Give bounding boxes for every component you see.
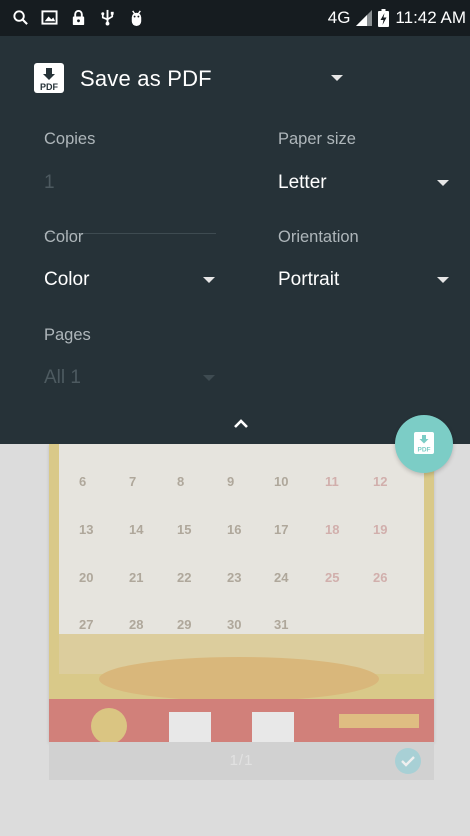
pages-select[interactable]: All 1: [44, 365, 216, 395]
chevron-down-icon: [437, 180, 449, 186]
image-icon: [41, 10, 58, 25]
chevron-down-icon: [203, 277, 215, 283]
orientation-value: Portrait: [278, 269, 340, 290]
pages-label: Pages: [44, 326, 91, 344]
pdf-icon: PDF: [34, 63, 64, 93]
status-bar-system: 4G 11:42 AM: [328, 7, 466, 29]
preview-scrim: [0, 444, 470, 836]
search-icon: [13, 10, 28, 25]
paper-size-select[interactable]: Letter: [278, 170, 450, 200]
svg-text:PDF: PDF: [40, 82, 59, 92]
print-options-panel: PDF Save as PDF Copies 1 Paper size Lett…: [0, 36, 470, 444]
usb-icon: [101, 9, 114, 26]
printer-selector[interactable]: PDF Save as PDF: [0, 60, 470, 100]
chevron-down-icon: [437, 277, 449, 283]
chevron-down-icon: [203, 375, 215, 381]
battery-charging-icon: [378, 9, 390, 27]
orientation-select[interactable]: Portrait: [278, 267, 450, 297]
status-bar-notifications: [12, 9, 145, 26]
paper-size-label: Paper size: [278, 130, 356, 148]
android-debug-icon: [131, 10, 142, 26]
network-type: 4G: [327, 8, 351, 27]
collapse-options-button[interactable]: [225, 410, 257, 436]
clock: 11:42 AM: [395, 8, 466, 27]
lock-icon: [72, 10, 85, 26]
color-select[interactable]: Color: [44, 267, 216, 297]
color-label: Color: [44, 228, 84, 246]
pdf-download-icon: PDF: [414, 432, 434, 454]
copies-label: Copies: [44, 130, 96, 148]
print-preview: 6 7 8 9 10 11 12 13 14 15 16 17 18 19 20…: [0, 444, 470, 836]
printer-name: Save as PDF: [80, 66, 212, 91]
color-value: Color: [44, 269, 90, 290]
svg-text:PDF: PDF: [418, 447, 431, 454]
paper-size-value: Letter: [278, 172, 327, 193]
signal-icon: [356, 10, 373, 26]
orientation-label: Orientation: [278, 228, 359, 246]
printer-dropdown-icon: [331, 75, 343, 81]
pages-value: All 1: [44, 367, 81, 388]
status-bar: 4G 11:42 AM: [0, 0, 470, 36]
save-pdf-button[interactable]: PDF: [395, 415, 453, 473]
chevron-up-icon: [234, 419, 248, 428]
copies-input[interactable]: 1: [44, 172, 55, 194]
